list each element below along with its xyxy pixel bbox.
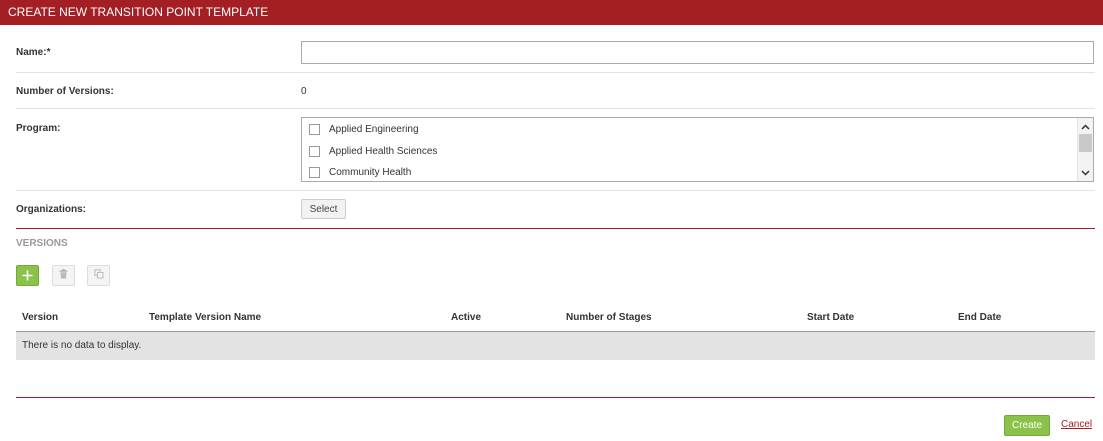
program-item[interactable]: Applied Health Sciences	[309, 142, 437, 160]
versions-grid-header: Version Template Version Name Active Num…	[16, 308, 1095, 332]
column-header-end-date[interactable]: End Date	[958, 312, 1001, 323]
row-divider	[16, 72, 1095, 73]
versions-section-title: VERSIONS	[16, 238, 68, 249]
column-header-version[interactable]: Version	[22, 312, 58, 323]
organizations-label: Organizations:	[16, 204, 87, 215]
plus-icon	[22, 267, 33, 284]
program-label: Program:	[16, 123, 61, 134]
section-divider	[16, 228, 1095, 229]
program-checkbox[interactable]	[309, 166, 320, 178]
delete-version-button[interactable]	[52, 265, 75, 286]
scroll-down-icon[interactable]	[1078, 165, 1093, 180]
dialog-title: CREATE NEW TRANSITION POINT TEMPLATE	[0, 0, 1103, 25]
copy-version-button[interactable]	[87, 265, 110, 286]
scroll-up-icon[interactable]	[1078, 119, 1093, 134]
program-list-scrollbar[interactable]	[1077, 118, 1093, 181]
add-version-button[interactable]	[16, 265, 39, 286]
program-item-label: Applied Engineering	[329, 123, 419, 135]
program-list[interactable]: Applied Engineering Applied Health Scien…	[301, 117, 1094, 182]
program-checkbox[interactable]	[309, 123, 320, 135]
program-item[interactable]: Community Health	[309, 163, 411, 181]
column-header-start-date[interactable]: Start Date	[807, 312, 854, 323]
cancel-link[interactable]: Cancel	[1061, 419, 1092, 430]
num-versions-label: Number of Versions:	[16, 86, 114, 97]
column-header-template-version-name[interactable]: Template Version Name	[149, 312, 261, 323]
select-organizations-button[interactable]: Select	[301, 199, 346, 219]
column-header-number-of-stages[interactable]: Number of Stages	[566, 312, 652, 323]
create-button[interactable]: Create	[1004, 415, 1050, 436]
program-item-label: Community Health	[329, 166, 412, 178]
trash-icon	[59, 269, 68, 282]
name-input[interactable]	[301, 41, 1094, 64]
row-divider	[16, 108, 1095, 109]
copy-icon	[93, 269, 104, 282]
program-item-label: Applied Health Sciences	[329, 145, 438, 157]
scrollbar-thumb[interactable]	[1079, 134, 1092, 152]
footer-divider	[16, 397, 1095, 398]
program-item[interactable]: Applied Engineering	[309, 120, 419, 138]
program-checkbox[interactable]	[309, 145, 320, 157]
row-divider	[16, 190, 1095, 191]
name-label: Name:*	[16, 47, 51, 58]
grid-empty-message: There is no data to display.	[16, 332, 1095, 360]
num-versions-value: 0	[301, 86, 307, 97]
column-header-active[interactable]: Active	[451, 312, 481, 323]
